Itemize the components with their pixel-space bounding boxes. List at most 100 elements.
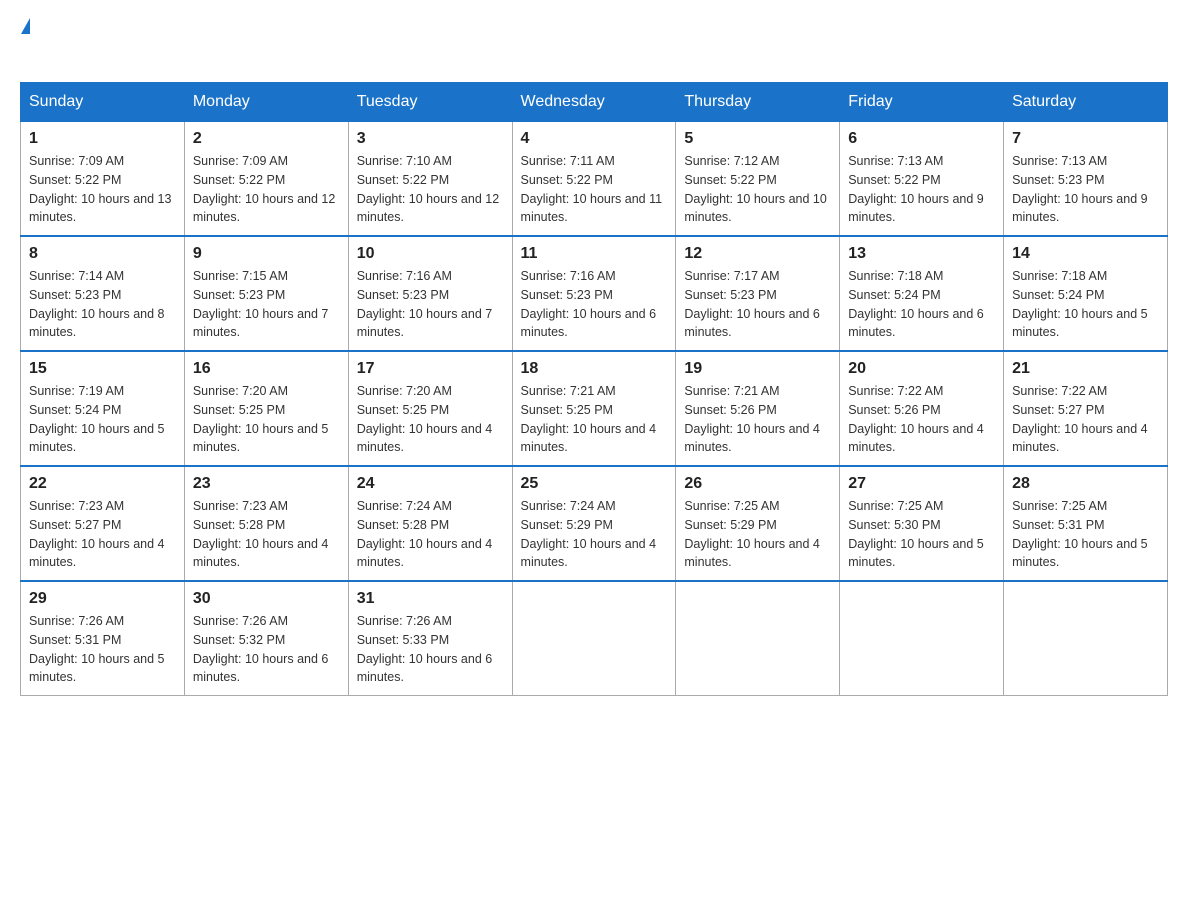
day-number: 8 — [29, 245, 176, 263]
day-info: Sunrise: 7:20 AMSunset: 5:25 PMDaylight:… — [357, 384, 493, 454]
calendar-cell — [512, 581, 676, 696]
calendar-week-row: 22 Sunrise: 7:23 AMSunset: 5:27 PMDaylig… — [21, 466, 1168, 581]
day-info: Sunrise: 7:25 AMSunset: 5:31 PMDaylight:… — [1012, 499, 1148, 569]
day-info: Sunrise: 7:26 AMSunset: 5:31 PMDaylight:… — [29, 614, 165, 684]
logo-triangle-icon — [21, 18, 30, 34]
day-number: 20 — [848, 360, 995, 378]
day-info: Sunrise: 7:22 AMSunset: 5:27 PMDaylight:… — [1012, 384, 1148, 454]
day-number: 1 — [29, 130, 176, 148]
day-number: 5 — [684, 130, 831, 148]
calendar-week-row: 8 Sunrise: 7:14 AMSunset: 5:23 PMDayligh… — [21, 236, 1168, 351]
day-info: Sunrise: 7:25 AMSunset: 5:29 PMDaylight:… — [684, 499, 820, 569]
calendar-cell — [840, 581, 1004, 696]
calendar-week-row: 15 Sunrise: 7:19 AMSunset: 5:24 PMDaylig… — [21, 351, 1168, 466]
day-number: 26 — [684, 475, 831, 493]
weekday-header-saturday: Saturday — [1004, 83, 1168, 122]
calendar-cell: 18 Sunrise: 7:21 AMSunset: 5:25 PMDaylig… — [512, 351, 676, 466]
calendar-cell: 29 Sunrise: 7:26 AMSunset: 5:31 PMDaylig… — [21, 581, 185, 696]
day-number: 14 — [1012, 245, 1159, 263]
calendar-cell: 13 Sunrise: 7:18 AMSunset: 5:24 PMDaylig… — [840, 236, 1004, 351]
calendar-cell: 9 Sunrise: 7:15 AMSunset: 5:23 PMDayligh… — [184, 236, 348, 351]
calendar-cell: 16 Sunrise: 7:20 AMSunset: 5:25 PMDaylig… — [184, 351, 348, 466]
day-number: 31 — [357, 590, 504, 608]
day-number: 19 — [684, 360, 831, 378]
day-info: Sunrise: 7:21 AMSunset: 5:25 PMDaylight:… — [521, 384, 657, 454]
day-info: Sunrise: 7:16 AMSunset: 5:23 PMDaylight:… — [357, 269, 493, 339]
calendar-cell: 28 Sunrise: 7:25 AMSunset: 5:31 PMDaylig… — [1004, 466, 1168, 581]
day-number: 16 — [193, 360, 340, 378]
day-info: Sunrise: 7:13 AMSunset: 5:23 PMDaylight:… — [1012, 154, 1148, 224]
day-info: Sunrise: 7:11 AMSunset: 5:22 PMDaylight:… — [521, 154, 663, 224]
day-info: Sunrise: 7:16 AMSunset: 5:23 PMDaylight:… — [521, 269, 657, 339]
calendar-cell: 15 Sunrise: 7:19 AMSunset: 5:24 PMDaylig… — [21, 351, 185, 466]
day-number: 29 — [29, 590, 176, 608]
calendar-cell: 23 Sunrise: 7:23 AMSunset: 5:28 PMDaylig… — [184, 466, 348, 581]
day-info: Sunrise: 7:26 AMSunset: 5:32 PMDaylight:… — [193, 614, 329, 684]
day-number: 24 — [357, 475, 504, 493]
calendar-cell: 7 Sunrise: 7:13 AMSunset: 5:23 PMDayligh… — [1004, 122, 1168, 237]
day-info: Sunrise: 7:18 AMSunset: 5:24 PMDaylight:… — [1012, 269, 1148, 339]
day-number: 15 — [29, 360, 176, 378]
day-number: 28 — [1012, 475, 1159, 493]
day-number: 4 — [521, 130, 668, 148]
day-info: Sunrise: 7:23 AMSunset: 5:27 PMDaylight:… — [29, 499, 165, 569]
weekday-header-monday: Monday — [184, 83, 348, 122]
logo — [20, 20, 30, 62]
day-number: 6 — [848, 130, 995, 148]
calendar-cell: 14 Sunrise: 7:18 AMSunset: 5:24 PMDaylig… — [1004, 236, 1168, 351]
day-number: 9 — [193, 245, 340, 263]
calendar-cell: 20 Sunrise: 7:22 AMSunset: 5:26 PMDaylig… — [840, 351, 1004, 466]
day-number: 11 — [521, 245, 668, 263]
day-info: Sunrise: 7:12 AMSunset: 5:22 PMDaylight:… — [684, 154, 826, 224]
calendar-week-row: 1 Sunrise: 7:09 AMSunset: 5:22 PMDayligh… — [21, 122, 1168, 237]
day-number: 27 — [848, 475, 995, 493]
calendar-cell: 11 Sunrise: 7:16 AMSunset: 5:23 PMDaylig… — [512, 236, 676, 351]
day-info: Sunrise: 7:14 AMSunset: 5:23 PMDaylight:… — [29, 269, 165, 339]
weekday-header-thursday: Thursday — [676, 83, 840, 122]
day-number: 10 — [357, 245, 504, 263]
header — [20, 20, 1168, 62]
day-number: 13 — [848, 245, 995, 263]
weekday-header-tuesday: Tuesday — [348, 83, 512, 122]
day-info: Sunrise: 7:13 AMSunset: 5:22 PMDaylight:… — [848, 154, 984, 224]
calendar-cell: 21 Sunrise: 7:22 AMSunset: 5:27 PMDaylig… — [1004, 351, 1168, 466]
day-number: 12 — [684, 245, 831, 263]
calendar-table: SundayMondayTuesdayWednesdayThursdayFrid… — [20, 82, 1168, 696]
calendar-cell: 12 Sunrise: 7:17 AMSunset: 5:23 PMDaylig… — [676, 236, 840, 351]
calendar-cell: 19 Sunrise: 7:21 AMSunset: 5:26 PMDaylig… — [676, 351, 840, 466]
weekday-header-row: SundayMondayTuesdayWednesdayThursdayFrid… — [21, 83, 1168, 122]
calendar-cell: 3 Sunrise: 7:10 AMSunset: 5:22 PMDayligh… — [348, 122, 512, 237]
day-number: 17 — [357, 360, 504, 378]
day-number: 7 — [1012, 130, 1159, 148]
day-info: Sunrise: 7:10 AMSunset: 5:22 PMDaylight:… — [357, 154, 499, 224]
day-number: 25 — [521, 475, 668, 493]
calendar-cell: 30 Sunrise: 7:26 AMSunset: 5:32 PMDaylig… — [184, 581, 348, 696]
weekday-header-friday: Friday — [840, 83, 1004, 122]
calendar-cell: 2 Sunrise: 7:09 AMSunset: 5:22 PMDayligh… — [184, 122, 348, 237]
calendar-cell: 26 Sunrise: 7:25 AMSunset: 5:29 PMDaylig… — [676, 466, 840, 581]
day-info: Sunrise: 7:24 AMSunset: 5:28 PMDaylight:… — [357, 499, 493, 569]
day-info: Sunrise: 7:09 AMSunset: 5:22 PMDaylight:… — [29, 154, 171, 224]
calendar-cell: 31 Sunrise: 7:26 AMSunset: 5:33 PMDaylig… — [348, 581, 512, 696]
calendar-cell: 8 Sunrise: 7:14 AMSunset: 5:23 PMDayligh… — [21, 236, 185, 351]
calendar-cell: 6 Sunrise: 7:13 AMSunset: 5:22 PMDayligh… — [840, 122, 1004, 237]
calendar-cell: 1 Sunrise: 7:09 AMSunset: 5:22 PMDayligh… — [21, 122, 185, 237]
calendar-cell: 17 Sunrise: 7:20 AMSunset: 5:25 PMDaylig… — [348, 351, 512, 466]
calendar-cell: 24 Sunrise: 7:24 AMSunset: 5:28 PMDaylig… — [348, 466, 512, 581]
day-info: Sunrise: 7:19 AMSunset: 5:24 PMDaylight:… — [29, 384, 165, 454]
day-number: 30 — [193, 590, 340, 608]
day-info: Sunrise: 7:20 AMSunset: 5:25 PMDaylight:… — [193, 384, 329, 454]
calendar-week-row: 29 Sunrise: 7:26 AMSunset: 5:31 PMDaylig… — [21, 581, 1168, 696]
weekday-header-wednesday: Wednesday — [512, 83, 676, 122]
day-number: 22 — [29, 475, 176, 493]
day-number: 23 — [193, 475, 340, 493]
weekday-header-sunday: Sunday — [21, 83, 185, 122]
day-info: Sunrise: 7:17 AMSunset: 5:23 PMDaylight:… — [684, 269, 820, 339]
day-info: Sunrise: 7:22 AMSunset: 5:26 PMDaylight:… — [848, 384, 984, 454]
day-info: Sunrise: 7:21 AMSunset: 5:26 PMDaylight:… — [684, 384, 820, 454]
day-info: Sunrise: 7:09 AMSunset: 5:22 PMDaylight:… — [193, 154, 335, 224]
day-number: 18 — [521, 360, 668, 378]
day-number: 2 — [193, 130, 340, 148]
day-info: Sunrise: 7:26 AMSunset: 5:33 PMDaylight:… — [357, 614, 493, 684]
day-number: 3 — [357, 130, 504, 148]
